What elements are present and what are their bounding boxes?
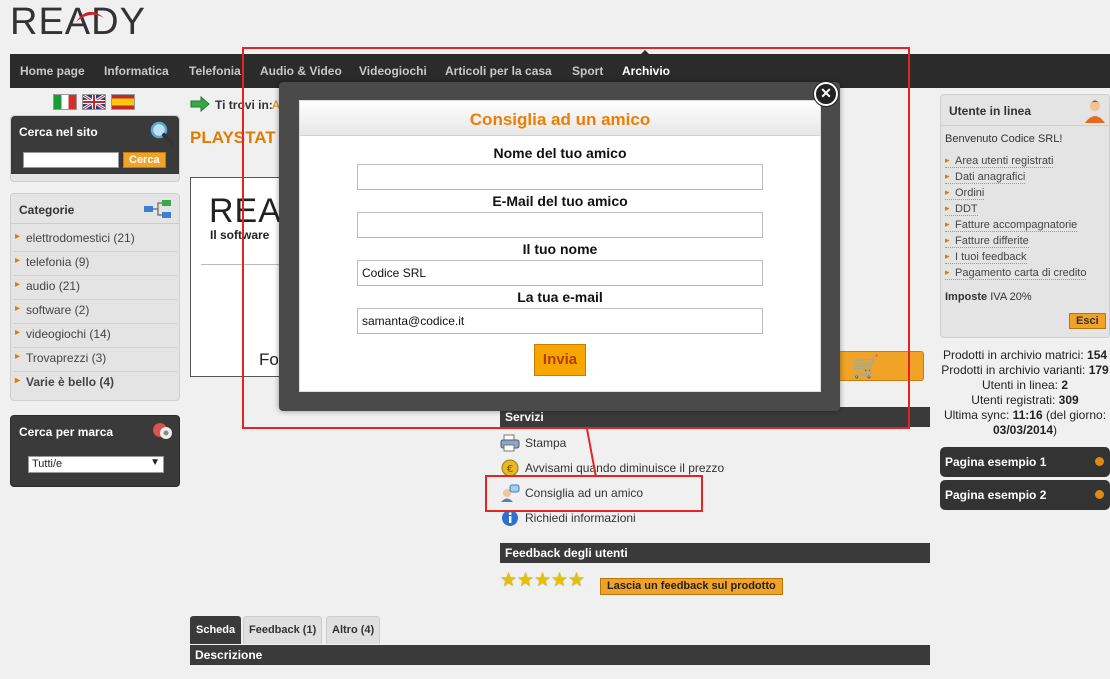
- star-icon: ★: [517, 570, 535, 591]
- stat-sync-label: Ultima sync:: [943, 408, 1010, 422]
- archive-stats: Prodotti in archivio matrici: 154 Prodot…: [940, 348, 1110, 438]
- stat-sync-end: ): [1053, 423, 1058, 437]
- stat-sync-mid: (del giorno:: [1046, 408, 1107, 422]
- brand-tags-icon: [153, 423, 172, 439]
- category-item-audio[interactable]: audio (21): [13, 276, 177, 300]
- annotation-link-highlight: [485, 475, 703, 512]
- user-link-fatture-differite[interactable]: Fatture differite: [945, 235, 1029, 248]
- flag-es-icon[interactable]: [111, 94, 135, 110]
- site-search-button[interactable]: Cerca: [123, 152, 166, 168]
- annotation-modal-highlight: [242, 47, 910, 429]
- printer-icon: [500, 434, 520, 452]
- site-search-box: Cerca nel sito Cerca: [10, 115, 180, 182]
- category-item-videogiochi[interactable]: videogiochi (14): [13, 324, 177, 348]
- rating-stars: ★★★★★: [500, 570, 586, 592]
- user-avatar-icon: [1085, 100, 1105, 123]
- leave-feedback-button[interactable]: Lascia un feedback sul prodotto: [600, 578, 783, 595]
- site-search-input[interactable]: [23, 152, 119, 168]
- service-request-info-label: Richiedi informazioni: [525, 511, 636, 525]
- user-link-pagamento[interactable]: Pagamento carta di credito: [945, 267, 1087, 280]
- feedback-header: Feedback degli utenti: [500, 543, 930, 563]
- tab-scheda[interactable]: Scheda: [190, 616, 242, 644]
- nav-telefonia[interactable]: Telefonia: [189, 64, 241, 78]
- flag-it-icon[interactable]: [53, 94, 77, 110]
- vat-label: Imposte: [945, 291, 988, 303]
- user-link-feedback[interactable]: I tuoi feedback: [945, 251, 1027, 264]
- user-link-ddt[interactable]: DDT: [945, 203, 978, 216]
- user-link-area[interactable]: Area utenti registrati: [945, 155, 1054, 168]
- user-box-divider: [941, 125, 1109, 126]
- brand-select-value: Tutti/e: [32, 458, 63, 470]
- page-example-2-label: Pagina esempio 2: [945, 488, 1047, 502]
- page-example-2[interactable]: Pagina esempio 2: [940, 480, 1110, 510]
- categories-title: Categorie: [19, 203, 75, 217]
- brand-search-header: Cerca per marca: [11, 416, 179, 446]
- category-item-software[interactable]: software (2): [13, 300, 177, 324]
- welcome-message: Benvenuto Codice SRL!: [945, 133, 1063, 145]
- magnifier-icon: [150, 121, 174, 145]
- stat-matrici: Prodotti in archivio matrici: 154: [940, 348, 1110, 363]
- sitemap-icon: [144, 200, 171, 218]
- stat-sync: Ultima sync: 11:16 (del giorno:: [940, 408, 1110, 423]
- stat-registered-value: 309: [1058, 393, 1079, 407]
- tab-feedback[interactable]: Feedback (1): [243, 616, 323, 644]
- service-print-label: Stampa: [525, 436, 567, 450]
- vat-info: Imposte IVA 20%: [945, 291, 1032, 303]
- nav-home[interactable]: Home page: [20, 64, 85, 78]
- stat-online-value: 2: [1061, 378, 1069, 392]
- bullet-icon: [1095, 457, 1104, 466]
- category-item-varie[interactable]: Varie è bello (4): [13, 372, 177, 396]
- categories-box: Categorie elettrodomestici (21) telefoni…: [10, 193, 180, 401]
- user-link-anagrafica[interactable]: Dati anagrafici: [945, 171, 1026, 184]
- stat-registered: Utenti registrati: 309: [940, 393, 1110, 408]
- stat-varianti-label: Prodotti in archivio varianti:: [941, 363, 1086, 377]
- logout-button[interactable]: Esci: [1069, 313, 1106, 329]
- user-link-fatture-accompagnatorie[interactable]: Fatture accompagnatorie: [945, 219, 1078, 232]
- star-icon: ★: [568, 570, 586, 591]
- bullet-icon: [1095, 490, 1104, 499]
- stat-online: Utenti in linea: 2: [940, 378, 1110, 393]
- star-icon: ★: [551, 570, 569, 591]
- service-price-alert-label: Avvisami quando diminuisce il prezzo: [525, 461, 725, 475]
- stat-online-label: Utenti in linea:: [981, 378, 1058, 392]
- stat-matrici-value: 154: [1087, 348, 1108, 362]
- stat-matrici-label: Prodotti in archivio matrici:: [942, 348, 1084, 362]
- category-item-elettrodomestici[interactable]: elettrodomestici (21): [13, 228, 177, 252]
- stat-varianti: Prodotti in archivio varianti: 179: [940, 363, 1110, 378]
- user-link-ordini[interactable]: Ordini: [945, 187, 985, 200]
- site-search-title: Cerca nel sito: [19, 125, 98, 139]
- category-item-telefonia[interactable]: telefonia (9): [13, 252, 177, 276]
- stat-sync-date: 03/03/2014): [940, 423, 1110, 438]
- tab-altro[interactable]: Altro (4): [326, 616, 381, 644]
- category-item-trovaprezzi[interactable]: Trovaprezzi (3): [13, 348, 177, 372]
- nav-informatica[interactable]: Informatica: [104, 64, 169, 78]
- star-icon: ★: [500, 570, 518, 591]
- description-header: Descrizione: [190, 645, 930, 665]
- breadcrumb-arrow-icon: [190, 96, 210, 112]
- service-print[interactable]: Stampa: [500, 433, 820, 455]
- brand-search-box: Cerca per marca Tutti/e ▼: [10, 415, 180, 487]
- stat-sync-time: 11:16: [1012, 408, 1043, 422]
- stat-registered-label: Utenti registrati:: [971, 393, 1056, 407]
- annotation-connector: [586, 429, 597, 477]
- star-icon: ★: [534, 570, 552, 591]
- logo-swoosh-icon: [76, 11, 104, 22]
- page-example-1[interactable]: Pagina esempio 1: [940, 447, 1110, 477]
- vat-value: IVA 20%: [990, 291, 1032, 303]
- brand-search-title: Cerca per marca: [19, 425, 114, 439]
- stat-varianti-value: 179: [1088, 363, 1109, 377]
- brand-select[interactable]: Tutti/e ▼: [28, 456, 164, 473]
- svg-text:€: €: [507, 464, 513, 475]
- user-online-box: Utente in linea Benvenuto Codice SRL! Ar…: [940, 94, 1110, 338]
- page-example-1-label: Pagina esempio 1: [945, 455, 1047, 469]
- stat-sync-date-value: 03/03/2014: [992, 423, 1054, 437]
- union-jack-icon: [83, 95, 105, 109]
- flag-en-icon[interactable]: [82, 94, 106, 110]
- user-box-title: Utente in linea: [949, 104, 1032, 118]
- categories-header: Categorie: [11, 194, 179, 224]
- chevron-down-icon: ▼: [150, 457, 160, 468]
